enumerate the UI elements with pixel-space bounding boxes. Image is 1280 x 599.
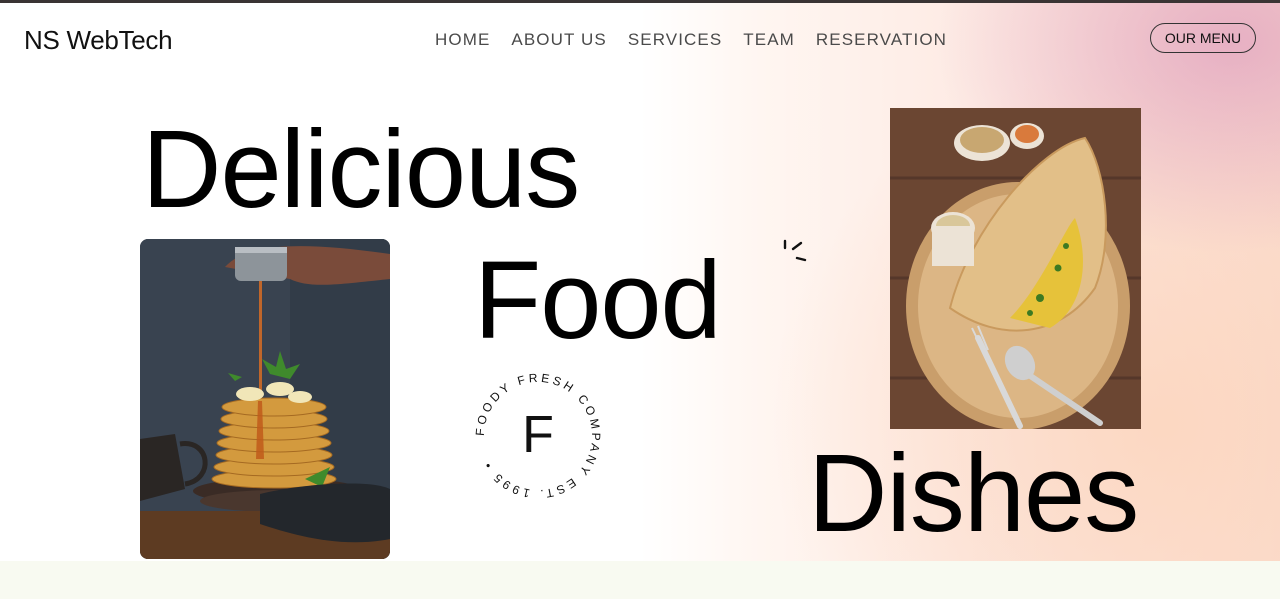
nav-link-home[interactable]: HOME [435,30,490,50]
nav-link-services[interactable]: SERVICES [628,30,722,50]
hero-word-food: Food [474,239,722,362]
nav-link-team[interactable]: TEAM [743,30,795,50]
our-menu-button[interactable]: OUR MENU [1150,23,1256,53]
hero-word-delicious: Delicious [142,108,580,231]
foody-badge: FOODY FRESH COMPANY EST. 1995 • F [470,368,606,504]
brand-logo[interactable]: NS WebTech [24,25,173,56]
next-section-band [0,561,1280,599]
hero-section: NS WebTech HOME ABOUT US SERVICES TEAM R… [0,3,1280,561]
nav-link-about-us[interactable]: ABOUT US [511,30,606,50]
hero-word-dishes: Dishes [808,432,1139,555]
sparkle-icon [780,239,810,269]
nav-link-reservation[interactable]: RESERVATION [816,30,947,50]
pancake-stack-photo [140,239,390,559]
badge-letter: F [522,406,554,464]
main-nav: HOME ABOUT US SERVICES TEAM RESERVATION [435,30,947,50]
dosa-plate-photo [890,108,1141,429]
